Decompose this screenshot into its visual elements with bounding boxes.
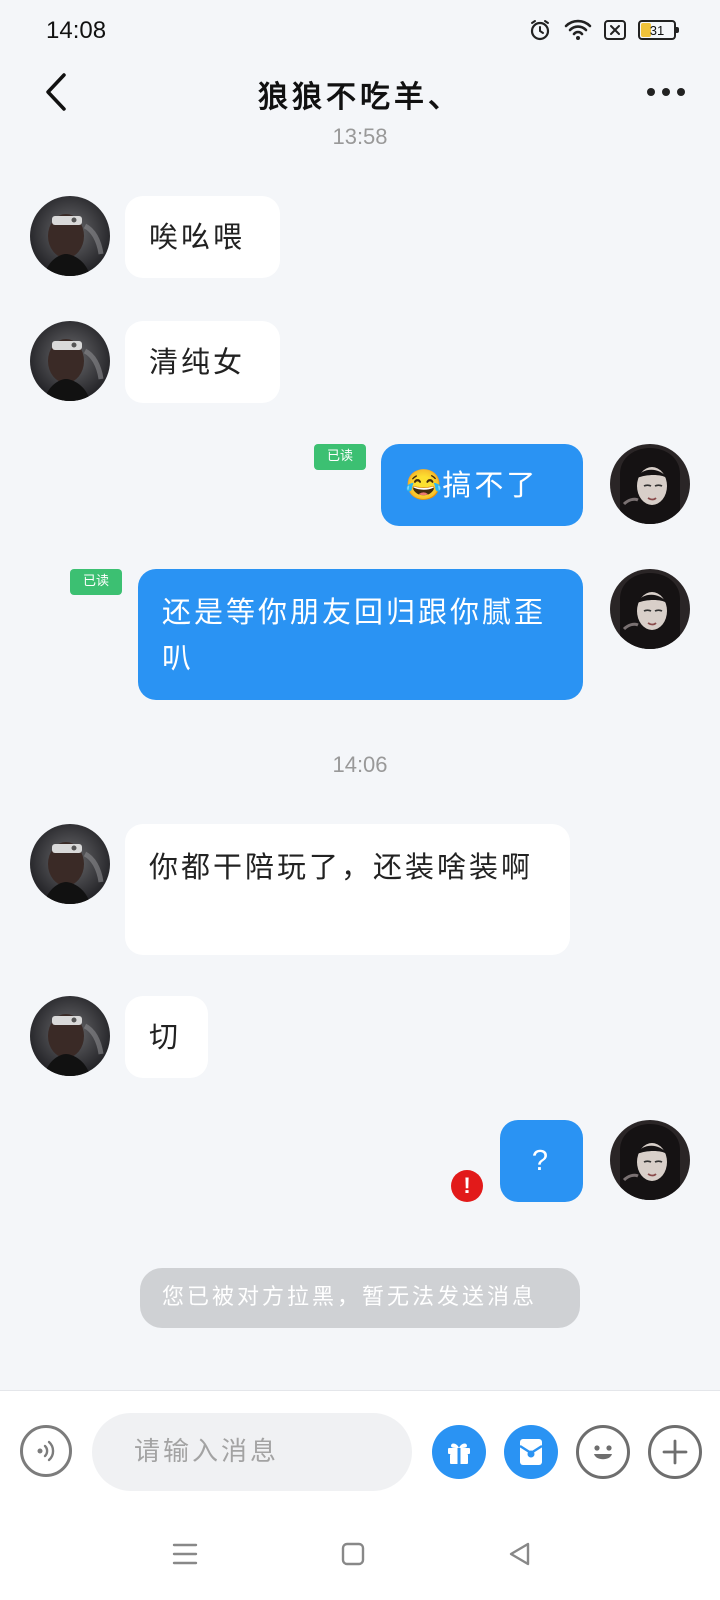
- blocked-notice: 您已被对方拉黑，暂无法发送消息: [140, 1268, 580, 1328]
- home-nav-button[interactable]: [331, 1532, 375, 1576]
- timestamp: 13:58: [332, 126, 388, 149]
- message-bubble-incoming[interactable]: 清纯女: [125, 321, 280, 403]
- message-bubble-incoming[interactable]: 唉吆喂: [125, 196, 280, 278]
- message-bubble-outgoing[interactable]: 😂搞不了: [381, 444, 583, 526]
- status-bar: 14:08 31: [0, 0, 720, 60]
- input-bar: [0, 1390, 720, 1510]
- contact-avatar[interactable]: [30, 196, 110, 276]
- system-nav-bar: [0, 1510, 720, 1600]
- back-nav-icon: [509, 1542, 530, 1566]
- menu-nav-button[interactable]: [163, 1532, 207, 1576]
- chat-header: 狼狼不吃羊、: [0, 60, 720, 126]
- red-packet-icon: [519, 1439, 543, 1465]
- gift-icon: [448, 1443, 470, 1464]
- chat-area[interactable]: 13:58 唉吆喂 清纯女 已读 😂搞不了 已读 还是等你朋友回归跟你腻歪叭 1…: [0, 126, 720, 1390]
- contact-avatar[interactable]: [30, 996, 110, 1076]
- plus-icon: [662, 1439, 688, 1465]
- battery-level: 31: [649, 22, 665, 38]
- menu-nav-icon: [172, 1543, 198, 1565]
- message-bubble-outgoing[interactable]: ?: [500, 1120, 583, 1202]
- message-text: 唉吆喂: [149, 220, 246, 254]
- my-avatar[interactable]: [610, 444, 690, 524]
- read-badge: 已读: [70, 569, 122, 595]
- message-text: 切: [149, 1020, 182, 1054]
- message-text: 你都干陪玩了，还装啥装啊: [149, 850, 534, 884]
- wifi-icon: [564, 19, 592, 41]
- sim-off-icon: [604, 20, 626, 40]
- voice-button[interactable]: [20, 1425, 72, 1477]
- emoji-icon: [594, 1445, 612, 1460]
- more-icon: [647, 88, 655, 96]
- emoji-button[interactable]: [576, 1425, 630, 1479]
- back-nav-button[interactable]: [498, 1532, 542, 1576]
- message-text: ?: [531, 1145, 552, 1177]
- timestamp: 14:06: [332, 752, 388, 777]
- contact-avatar[interactable]: [30, 321, 110, 401]
- voice-icon: [37, 1440, 55, 1462]
- chat-title: 狼狼不吃羊、: [258, 80, 462, 115]
- message-bubble-incoming[interactable]: 切: [125, 996, 208, 1078]
- my-avatar[interactable]: [610, 1120, 690, 1200]
- laughing-emoji-icon: 😂: [405, 468, 443, 503]
- message-text: 清纯女: [149, 345, 246, 379]
- message-text: 还是等你朋友回归跟你腻歪叭: [162, 595, 547, 675]
- message-bubble-incoming[interactable]: 你都干陪玩了，还装啥装啊: [125, 824, 570, 955]
- more-button[interactable]: [636, 74, 696, 110]
- send-failed-icon[interactable]: !: [451, 1170, 483, 1202]
- battery-icon: 31: [638, 20, 679, 40]
- status-icons: 31: [528, 18, 679, 42]
- red-packet-button[interactable]: [504, 1425, 558, 1479]
- gift-button[interactable]: [432, 1425, 486, 1479]
- message-bubble-outgoing[interactable]: 还是等你朋友回归跟你腻歪叭: [138, 569, 583, 700]
- alarm-icon: [528, 18, 552, 42]
- home-nav-icon: [341, 1542, 365, 1566]
- plus-button[interactable]: [648, 1425, 702, 1479]
- message-text: 搞不了: [442, 468, 539, 502]
- my-avatar[interactable]: [610, 569, 690, 649]
- message-input[interactable]: [92, 1413, 412, 1491]
- read-badge: 已读: [314, 444, 366, 470]
- status-time: 14:08: [46, 17, 107, 44]
- contact-avatar[interactable]: [30, 824, 110, 904]
